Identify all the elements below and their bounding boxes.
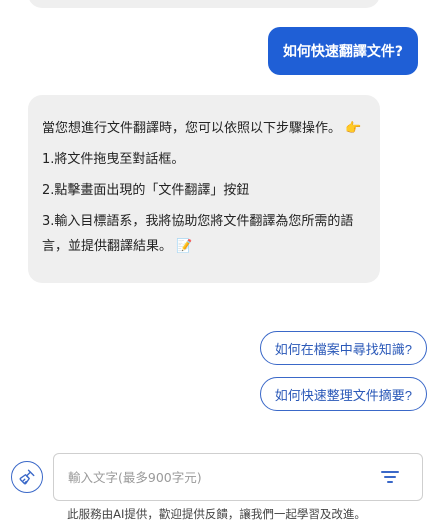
filter-icon	[381, 471, 399, 483]
bot-reply-step-2: 2.點擊畫面出現的「文件翻譯」按鈕	[42, 183, 250, 198]
clear-chat-button[interactable]	[11, 461, 43, 493]
user-message-text: 如何快速翻譯文件?	[282, 44, 403, 60]
bot-reply-step-3: 3.輸入目標語系，我將協助您將文件翻譯為您所需的語言，並提供翻譯結果。 📝	[42, 209, 364, 259]
chat-window: 如何快速翻譯文件? 當您想進行文件翻譯時，您可以依照以下步驟操作。 👉 1.將文件…	[0, 0, 433, 532]
previous-message-bubble	[28, 0, 380, 8]
memo-icon: 📝	[176, 239, 193, 254]
brush-icon	[19, 469, 35, 485]
pointing-hand-icon: 👉	[345, 121, 362, 136]
suggestion-summarize-document[interactable]: 如何快速整理文件摘要?	[259, 377, 427, 411]
disclaimer-text: 此服務由AI提供，歡迎提供反饋，讓我們一起學習及改進。	[67, 507, 366, 521]
suggested-questions: 如何在檔案中尋找知識? 如何快速整理文件摘要?	[259, 331, 427, 411]
suggestion-find-knowledge[interactable]: 如何在檔案中尋找知識?	[259, 331, 427, 365]
bot-message-bubble: 當您想進行文件翻譯時，您可以依照以下步驟操作。 👉 1.將文件拖曳至對話框。 2.…	[28, 95, 380, 283]
user-message-bubble: 如何快速翻譯文件?	[267, 27, 418, 75]
bot-reply-step-1: 1.將文件拖曳至對話框。	[42, 152, 185, 167]
message-input[interactable]	[68, 469, 378, 485]
message-composer	[53, 453, 423, 501]
bot-reply-intro: 當您想進行文件翻譯時，您可以依照以下步驟操作。 👉	[42, 116, 364, 141]
filter-button[interactable]	[378, 465, 402, 489]
